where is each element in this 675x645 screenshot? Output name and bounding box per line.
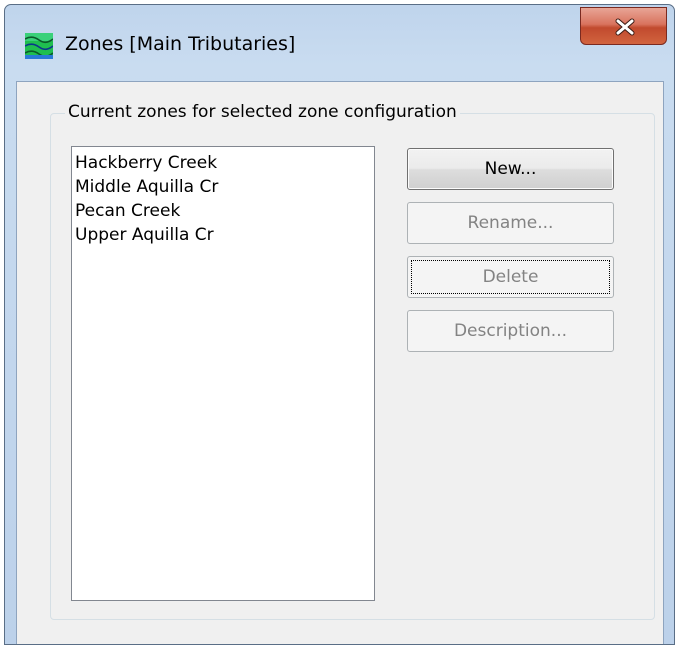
delete-button-label: Delete [482, 267, 539, 287]
rename-button[interactable]: Rename... [407, 202, 614, 244]
dialog-client-area: Current zones for selected zone configur… [16, 81, 664, 644]
window-title: Zones [Main Tributaries] [65, 33, 296, 55]
list-item[interactable]: Middle Aquilla Cr [75, 175, 218, 199]
zones-dialog-window: Zones [Main Tributaries] Current zones f… [4, 4, 675, 645]
list-item[interactable]: Pecan Creek [75, 199, 180, 223]
close-icon [615, 18, 635, 36]
close-button[interactable] [580, 7, 667, 45]
zones-listbox[interactable]: Hackberry Creek Middle Aquilla Cr Pecan … [71, 146, 375, 601]
list-item[interactable]: Hackberry Creek [75, 151, 217, 175]
groupbox-legend: Current zones for selected zone configur… [65, 101, 460, 123]
list-item[interactable]: Upper Aquilla Cr [75, 223, 214, 247]
delete-button[interactable]: Delete [407, 256, 614, 298]
new-button[interactable]: New... [407, 148, 614, 190]
zones-map-icon [25, 33, 53, 59]
title-bar[interactable]: Zones [Main Tributaries] [5, 5, 674, 81]
description-button[interactable]: Description... [407, 310, 614, 352]
